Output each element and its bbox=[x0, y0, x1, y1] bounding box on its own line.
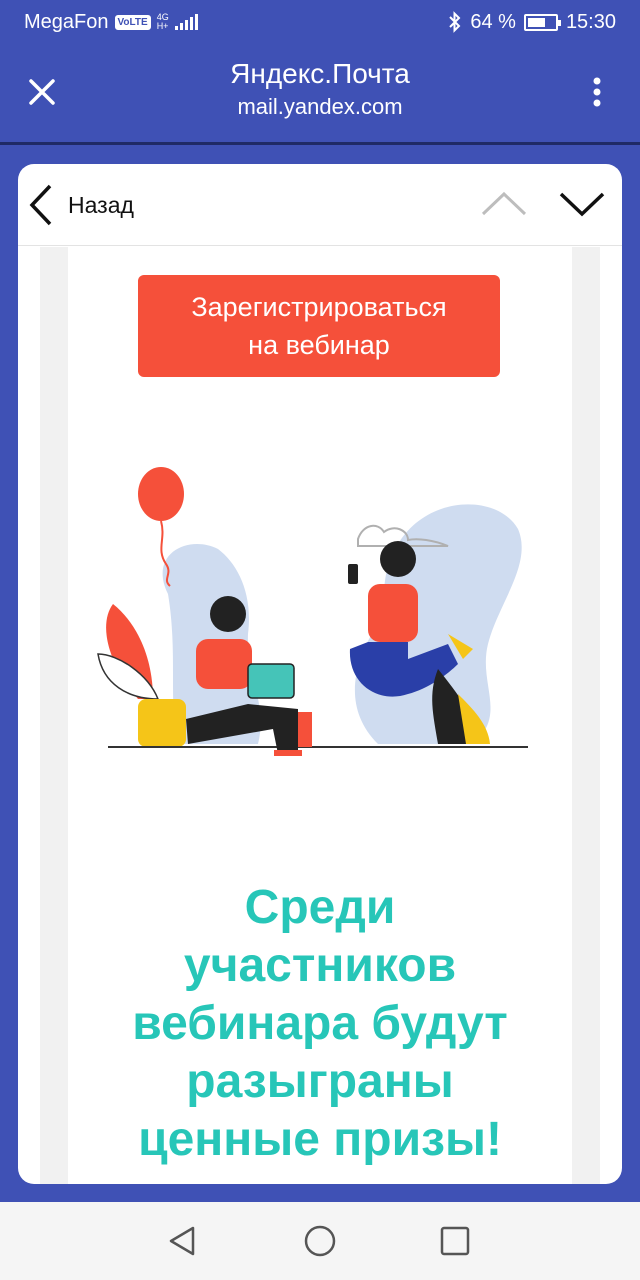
nav-recents-icon bbox=[440, 1226, 470, 1256]
volte-badge: VoLTE bbox=[114, 14, 151, 30]
more-menu-button[interactable] bbox=[582, 74, 612, 110]
next-message-button[interactable] bbox=[558, 184, 606, 224]
previous-message-button[interactable] bbox=[480, 184, 528, 224]
system-nav-bar bbox=[0, 1202, 640, 1280]
promo-line: участников bbox=[183, 939, 457, 992]
close-button[interactable] bbox=[22, 72, 62, 112]
nav-back-button[interactable] bbox=[161, 1220, 203, 1262]
more-vert-icon bbox=[593, 77, 601, 107]
signal-icon bbox=[174, 14, 198, 30]
app-titles: Яндекс.Почта mail.yandex.com bbox=[120, 56, 520, 122]
battery-percent: 64 % bbox=[470, 10, 516, 33]
register-webinar-button[interactable]: Зарегистрироваться на вебинар bbox=[138, 275, 500, 377]
app-url: mail.yandex.com bbox=[237, 94, 403, 119]
chevron-down-icon bbox=[559, 192, 605, 217]
back-button[interactable]: Назад bbox=[28, 182, 134, 228]
network-type: 4G H+ bbox=[157, 13, 169, 31]
promo-text: Среди участников вебинара будут разыгран… bbox=[78, 879, 562, 1169]
battery-icon bbox=[523, 13, 561, 31]
nav-recents-button[interactable] bbox=[434, 1220, 476, 1262]
app-bar-divider bbox=[0, 142, 640, 145]
bluetooth-icon bbox=[449, 11, 461, 33]
mail-card: Назад Зарегистрироваться на вебинар Сред… bbox=[18, 164, 622, 1184]
webinar-illustration bbox=[97, 467, 528, 756]
status-right: 64 % 15:30 bbox=[448, 11, 616, 34]
cta-line-2: на вебинар bbox=[248, 330, 390, 360]
carrier-name: MegaFon bbox=[24, 10, 109, 33]
app-bar: Яндекс.Почта mail.yandex.com bbox=[0, 44, 640, 142]
promo-line: ценные призы! bbox=[138, 1113, 502, 1166]
promo-line: разыграны bbox=[186, 1055, 454, 1108]
chevron-left-icon bbox=[29, 184, 52, 226]
back-label: Назад bbox=[68, 191, 134, 218]
status-bar: MegaFon VoLTE 4G H+ 64 % 15:30 bbox=[0, 0, 640, 44]
close-icon bbox=[29, 79, 55, 105]
nav-back-icon bbox=[169, 1226, 195, 1256]
nav-home-icon bbox=[304, 1225, 336, 1257]
nav-home-button[interactable] bbox=[299, 1220, 341, 1262]
mail-header: Назад bbox=[18, 164, 622, 246]
app-title: Яндекс.Почта bbox=[230, 58, 410, 89]
chevron-up-icon bbox=[481, 191, 527, 216]
clock: 15:30 bbox=[565, 10, 616, 33]
network-type-bottom: H+ bbox=[156, 21, 169, 31]
promo-line: вебинара будут bbox=[132, 997, 508, 1050]
status-left: MegaFon VoLTE 4G H+ bbox=[24, 11, 198, 34]
cta-line-1: Зарегистрироваться bbox=[191, 292, 447, 322]
promo-line: Среди bbox=[244, 881, 396, 934]
battery-level bbox=[527, 17, 545, 27]
